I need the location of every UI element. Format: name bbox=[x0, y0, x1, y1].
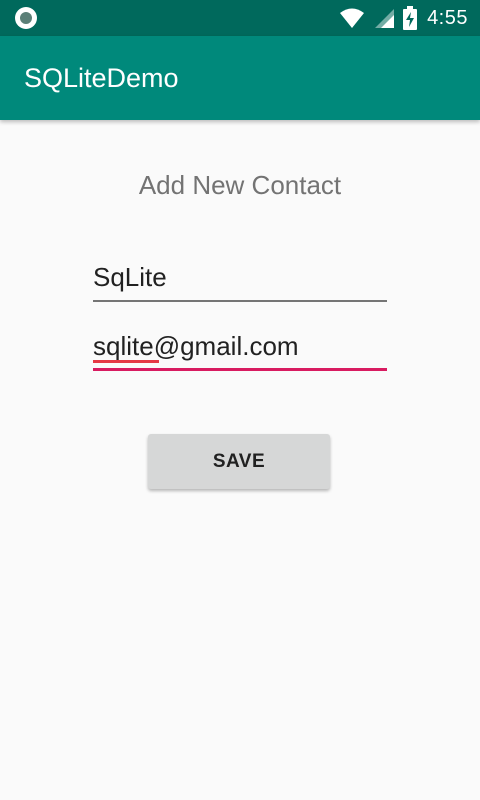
name-underline bbox=[93, 300, 387, 302]
name-field[interactable] bbox=[93, 258, 387, 302]
email-underline bbox=[93, 368, 387, 371]
status-time: 4:55 bbox=[427, 6, 468, 29]
email-field[interactable] bbox=[93, 327, 387, 371]
wifi-icon bbox=[340, 8, 365, 28]
status-icons: 4:55 bbox=[339, 0, 468, 36]
app-bar: SQLiteDemo bbox=[0, 36, 480, 120]
name-input[interactable] bbox=[93, 258, 387, 296]
app-title: SQLiteDemo bbox=[24, 63, 179, 93]
signal-icon bbox=[375, 9, 395, 28]
status-bar: 4:55 bbox=[0, 0, 480, 36]
notification-dot-icon bbox=[15, 7, 37, 29]
battery-charging-icon bbox=[403, 6, 418, 30]
save-button[interactable]: SAVE bbox=[148, 434, 330, 489]
form-title: Add New Contact bbox=[138, 170, 342, 200]
spellcheck-underline bbox=[93, 360, 159, 363]
